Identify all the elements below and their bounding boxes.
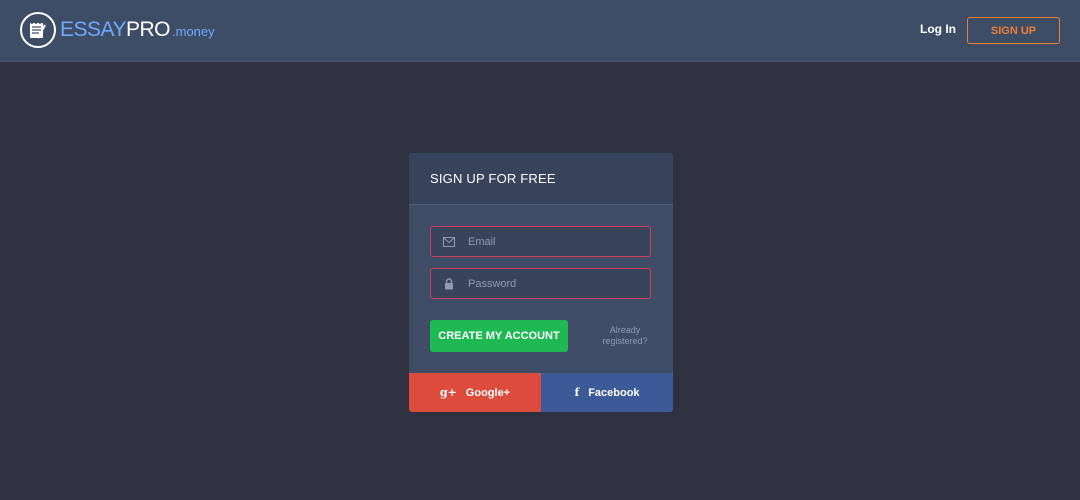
- lock-icon: [442, 277, 456, 291]
- card-header: SIGN UP FOR FREE: [409, 153, 673, 205]
- facebook-icon: f: [574, 386, 580, 399]
- signup-card: SIGN UP FOR FREE CREATE MY ACCOUNT Alrea…: [409, 153, 673, 412]
- google-plus-icon: g+: [439, 386, 457, 399]
- social-login-row: g+ Google+ f Facebook: [409, 373, 673, 412]
- notepad-pen-icon: [20, 12, 56, 48]
- logo[interactable]: ESSAY PRO .money: [20, 12, 215, 48]
- logo-text: ESSAY PRO .money: [60, 18, 215, 42]
- google-plus-label: Google+: [465, 386, 511, 399]
- email-input[interactable]: [468, 235, 638, 248]
- email-field[interactable]: [430, 226, 651, 257]
- login-link[interactable]: Log In: [920, 22, 956, 36]
- logo-brand-part1: ESSAY: [60, 18, 126, 41]
- card-title: SIGN UP FOR FREE: [430, 171, 556, 186]
- already-registered-link[interactable]: Already registered?: [599, 325, 651, 347]
- password-field[interactable]: [430, 268, 651, 299]
- envelope-icon: [442, 235, 456, 249]
- signup-button[interactable]: SIGN UP: [967, 17, 1060, 44]
- logo-brand-suffix: .money: [172, 24, 215, 39]
- logo-brand-part2: PRO: [125, 18, 171, 41]
- create-account-button[interactable]: CREATE MY ACCOUNT: [430, 320, 568, 352]
- password-input[interactable]: [468, 277, 638, 290]
- top-navbar: ESSAY PRO .money Log In SIGN UP: [0, 0, 1080, 62]
- facebook-button[interactable]: f Facebook: [541, 373, 673, 412]
- google-plus-button[interactable]: g+ Google+: [409, 373, 541, 412]
- facebook-label: Facebook: [588, 386, 640, 399]
